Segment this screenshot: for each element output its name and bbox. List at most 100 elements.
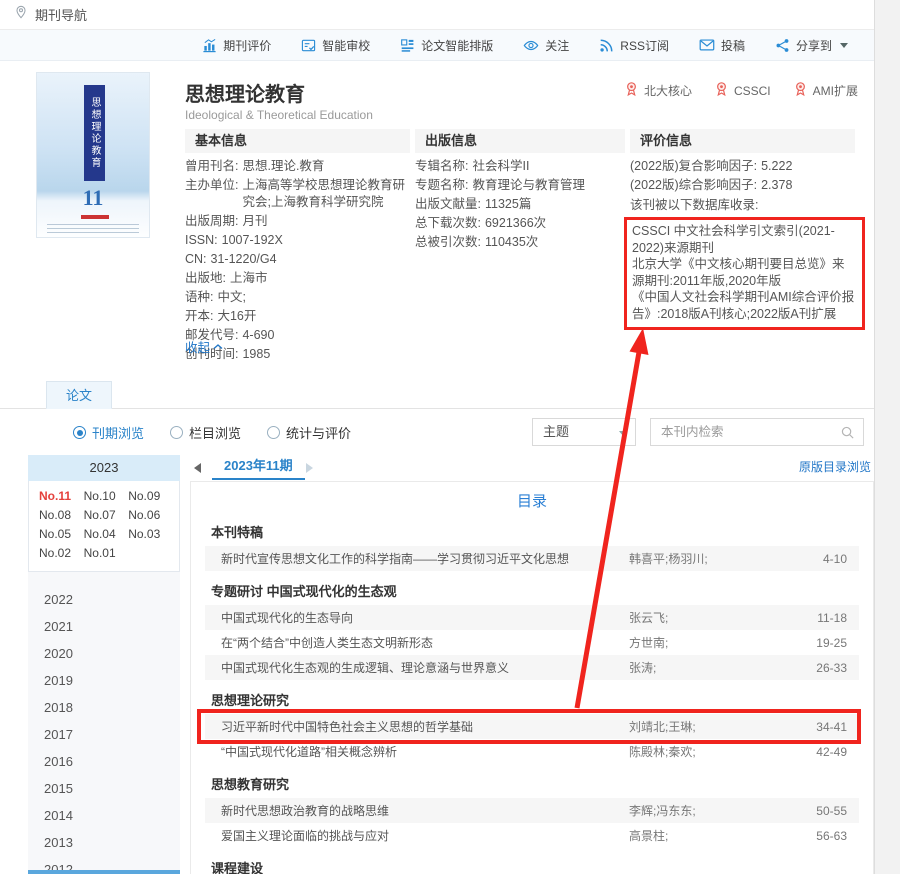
search-field-selected: 主题 bbox=[543, 424, 569, 439]
year-2015[interactable]: 2015 bbox=[44, 775, 180, 802]
article-title[interactable]: 爱国主义理论面临的挑战与应对 bbox=[221, 827, 629, 844]
radio-刊期浏览[interactable]: 刊期浏览 bbox=[73, 423, 144, 442]
basic-info-column: 基本信息 曾用刊名:思想.理论.教育主办单位:上海高等学校思想理论教育研究会;上… bbox=[185, 129, 410, 363]
article-pages: 42-49 bbox=[789, 745, 847, 759]
article-pages: 4-10 bbox=[789, 552, 847, 566]
share-label: 分享到 bbox=[796, 37, 832, 54]
toc-article-row: 中国式现代化的生态导向张云飞;11-18 bbox=[205, 605, 859, 630]
collapse-link[interactable]: 收起 bbox=[185, 337, 223, 356]
current-year-header[interactable]: 2023 bbox=[28, 455, 180, 481]
info-value: 5.222 bbox=[761, 158, 855, 175]
issue-No.01[interactable]: No.01 bbox=[84, 544, 129, 563]
article-authors[interactable]: 韩喜平;杨羽川; bbox=[629, 550, 789, 567]
smart-review-button[interactable]: 智能审校 bbox=[301, 37, 370, 54]
article-title[interactable]: “中国式现代化道路”相关概念辨析 bbox=[221, 743, 629, 760]
article-title[interactable]: 新时代宣传思想文化工作的科学指南——学习贯彻习近平文化思想 bbox=[221, 550, 629, 567]
chart-icon bbox=[202, 38, 217, 53]
info-label: 开本: bbox=[185, 308, 213, 325]
smart-typeset-button[interactable]: 论文智能排版 bbox=[400, 37, 493, 54]
page: 期刊导航 期刊评价 智能审校 论文智能排版 关注 RSS订阅 投稿 分享到 思想理论教育 1… bbox=[0, 0, 875, 874]
smart-review-label: 智能审校 bbox=[322, 37, 370, 54]
article-authors[interactable]: 方世南; bbox=[629, 634, 789, 651]
issue-No.03[interactable]: No.03 bbox=[128, 525, 173, 544]
year-2017[interactable]: 2017 bbox=[44, 721, 180, 748]
year-list: 2022202120202019201820172016201520142013… bbox=[28, 572, 180, 874]
journal-evaluation-button[interactable]: 期刊评价 bbox=[202, 37, 271, 54]
radio-统计与评价[interactable]: 统计与评价 bbox=[267, 423, 351, 442]
submit-button[interactable]: 投稿 bbox=[699, 37, 745, 54]
database-entry: CSSCI 中文社会科学引文索引(2021-2022)来源期刊 bbox=[632, 223, 856, 256]
article-title[interactable]: 习近平新时代中国特色社会主义思想的哲学基础 bbox=[221, 718, 629, 735]
issue-No.07[interactable]: No.07 bbox=[84, 506, 129, 525]
year-2019[interactable]: 2019 bbox=[44, 667, 180, 694]
article-pages: 26-33 bbox=[789, 661, 847, 675]
search-input[interactable] bbox=[651, 419, 863, 445]
year-2022[interactable]: 2022 bbox=[44, 586, 180, 613]
share-button[interactable]: 分享到 bbox=[775, 37, 848, 54]
radio-栏目浏览[interactable]: 栏目浏览 bbox=[170, 423, 241, 442]
info-label: 曾用刊名: bbox=[185, 158, 238, 175]
issue-No.04[interactable]: No.04 bbox=[84, 525, 129, 544]
smart-typeset-label: 论文智能排版 bbox=[421, 37, 493, 54]
issue-No.09[interactable]: No.09 bbox=[128, 487, 173, 506]
info-row: 总下载次数:6921366次 bbox=[415, 215, 625, 232]
info-row: 语种:中文; bbox=[185, 289, 410, 306]
info-label: CN: bbox=[185, 251, 207, 268]
issue-No.08[interactable]: No.08 bbox=[39, 506, 84, 525]
article-title[interactable]: 中国式现代化生态观的生成逻辑、理论意涵与世界意义 bbox=[221, 659, 629, 676]
journal-badge: CSSCI bbox=[714, 81, 771, 100]
info-value: 4-690 bbox=[242, 327, 410, 344]
follow-button[interactable]: 关注 bbox=[523, 37, 569, 54]
search-field-select[interactable]: 主题 bbox=[532, 418, 636, 446]
article-authors[interactable]: 张云飞; bbox=[629, 609, 789, 626]
info-label: 专辑名称: bbox=[415, 158, 468, 175]
journal-cover[interactable]: 思想理论教育 11 bbox=[36, 72, 150, 238]
info-row: (2022版)综合影响因子:2.378 bbox=[630, 177, 855, 194]
previous-issue-icon[interactable] bbox=[194, 463, 201, 473]
tab-papers[interactable]: 论文 bbox=[46, 381, 112, 409]
article-authors[interactable]: 张涛; bbox=[629, 659, 789, 676]
info-value: 6921366次 bbox=[485, 215, 625, 232]
cover-banner: 思想理论教育 bbox=[84, 85, 105, 181]
info-value: 大16开 bbox=[217, 308, 410, 325]
year-2013[interactable]: 2013 bbox=[44, 829, 180, 856]
journal-badge: AMI扩展 bbox=[793, 81, 858, 100]
rss-icon bbox=[599, 38, 614, 53]
year-2014[interactable]: 2014 bbox=[44, 802, 180, 829]
issue-No.05[interactable]: No.05 bbox=[39, 525, 84, 544]
info-value: 11325篇 bbox=[485, 196, 625, 213]
article-pages: 11-18 bbox=[789, 611, 847, 625]
article-title[interactable]: 新时代思想政治教育的战略思维 bbox=[221, 802, 629, 819]
issue-No.11[interactable]: No.11 bbox=[39, 487, 84, 506]
breadcrumb-label[interactable]: 期刊导航 bbox=[35, 5, 87, 24]
article-authors[interactable]: 陈殿林;秦欢; bbox=[629, 743, 789, 760]
journal-badges: 北大核心CSSCIAMI扩展 bbox=[624, 81, 858, 100]
current-issue-tab[interactable]: 2023年11期 bbox=[212, 455, 305, 480]
radio-icon bbox=[267, 426, 280, 439]
eval-info-header: 评价信息 bbox=[630, 129, 855, 153]
article-authors[interactable]: 刘靖北;王琳; bbox=[629, 718, 789, 735]
year-2021[interactable]: 2021 bbox=[44, 613, 180, 640]
article-title[interactable]: 中国式现代化的生态导向 bbox=[221, 609, 629, 626]
original-toc-link[interactable]: 原版目录浏览 bbox=[799, 458, 871, 475]
year-2018[interactable]: 2018 bbox=[44, 694, 180, 721]
issue-No.02[interactable]: No.02 bbox=[39, 544, 84, 563]
year-2012[interactable]: 2012 bbox=[44, 856, 180, 874]
rss-subscribe-button[interactable]: RSS订阅 bbox=[599, 37, 669, 54]
next-issue-icon[interactable] bbox=[306, 463, 313, 473]
info-row: CN:31-1220/G4 bbox=[185, 251, 410, 268]
article-title[interactable]: 在“两个结合”中创造人类生态文明新形态 bbox=[221, 634, 629, 651]
radio-label: 栏目浏览 bbox=[189, 423, 241, 442]
search-icon[interactable] bbox=[840, 425, 855, 445]
article-authors[interactable]: 李辉;冯东东; bbox=[629, 802, 789, 819]
year-2020[interactable]: 2020 bbox=[44, 640, 180, 667]
issue-No.10[interactable]: No.10 bbox=[84, 487, 129, 506]
database-note: 该刊被以下数据库收录: bbox=[630, 197, 855, 214]
info-row: 开本:大16开 bbox=[185, 308, 410, 325]
medal-icon bbox=[714, 81, 729, 100]
article-authors[interactable]: 高景柱; bbox=[629, 827, 789, 844]
toc-section-header: 课程建设 bbox=[211, 860, 859, 874]
issue-No.06[interactable]: No.06 bbox=[128, 506, 173, 525]
info-row: ISSN:1007-192X bbox=[185, 232, 410, 249]
year-2016[interactable]: 2016 bbox=[44, 748, 180, 775]
